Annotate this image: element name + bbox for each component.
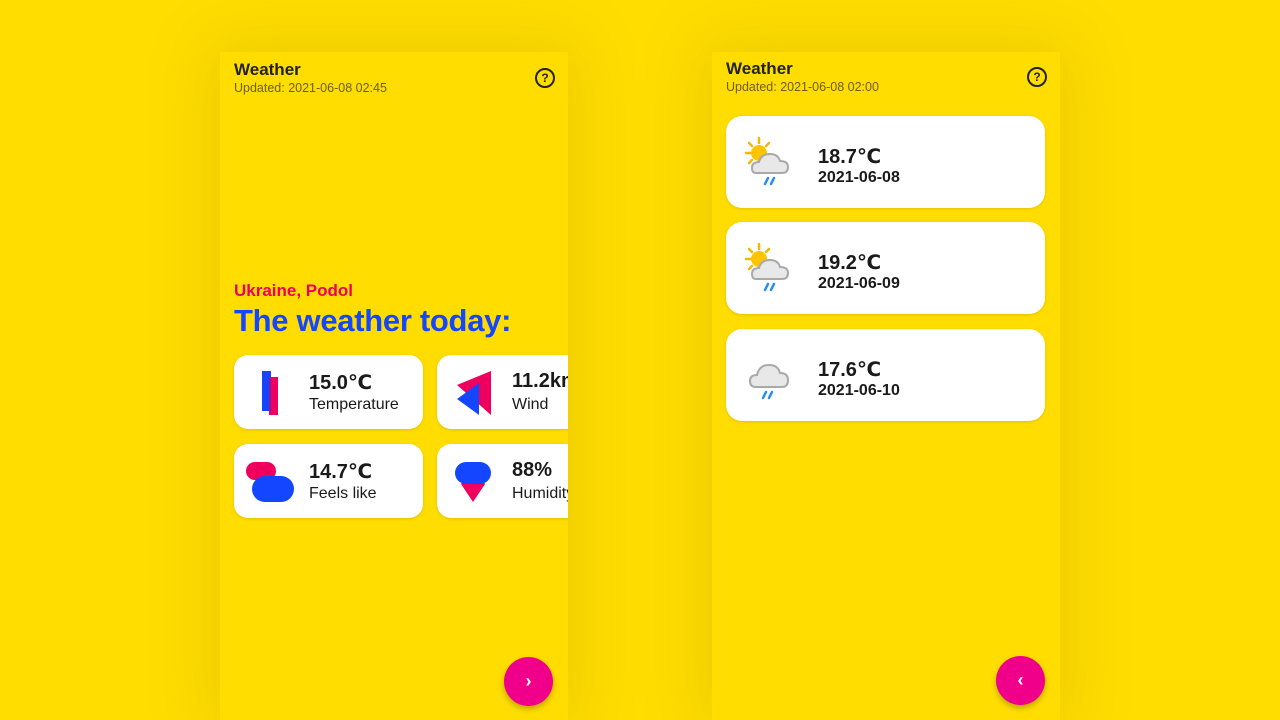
- humidity-card[interactable]: 88% Humidity: [437, 444, 568, 518]
- help-icon: ?: [541, 71, 549, 85]
- wind-card[interactable]: 11.2km/h Wind: [437, 355, 568, 429]
- feels-like-icon: [246, 462, 294, 502]
- metric-value: 88%: [512, 459, 553, 481]
- metric-label: Feels like: [309, 485, 377, 502]
- forecast-date: 2021-06-10: [818, 382, 900, 399]
- chevron-right-icon: ›: [525, 671, 532, 691]
- wind-icon: [457, 371, 491, 415]
- metric-label: Temperature: [309, 396, 399, 413]
- next-button[interactable]: ›: [504, 657, 553, 706]
- metric-value: 15.0℃: [309, 372, 373, 394]
- app-header: Weather Updated: 2021-06-08 02:00: [726, 59, 879, 94]
- weather-heading: The weather today:: [234, 303, 512, 338]
- app-title: Weather: [726, 59, 793, 78]
- help-button[interactable]: ?: [535, 68, 555, 88]
- help-button[interactable]: ?: [1027, 67, 1047, 87]
- metric-value: 11.2km/h: [512, 370, 568, 392]
- feels-like-card[interactable]: 14.7℃ Feels like: [234, 444, 423, 518]
- humidity-icon: [455, 462, 491, 502]
- forecast-temp: 17.6℃: [818, 359, 882, 381]
- chevron-left-icon: ‹: [1017, 670, 1024, 690]
- updated-timestamp: Updated: 2021-06-08 02:45: [234, 81, 387, 95]
- temperature-card[interactable]: 15.0℃ Temperature: [234, 355, 423, 429]
- metric-label: Wind: [512, 396, 549, 413]
- forecast-card[interactable]: 18.7℃ 2021-06-08: [726, 116, 1045, 208]
- cloud-rain-icon: [748, 363, 790, 400]
- help-icon: ?: [1033, 70, 1041, 84]
- today-screen: Weather Updated: 2021-06-08 02:45 ? Ukra…: [220, 52, 568, 720]
- forecast-temp: 19.2℃: [818, 252, 882, 274]
- sun-cloud-rain-icon: [744, 242, 790, 292]
- updated-timestamp: Updated: 2021-06-08 02:00: [726, 80, 879, 94]
- forecast-temp: 18.7℃: [818, 146, 882, 168]
- app-title: Weather: [234, 60, 301, 79]
- back-button[interactable]: ‹: [996, 656, 1045, 705]
- forecast-screen: Weather Updated: 2021-06-08 02:00 ? 18.7…: [712, 52, 1060, 720]
- metric-label: Humidity: [512, 485, 568, 502]
- temperature-icon: [262, 371, 278, 415]
- metric-value: 14.7℃: [309, 461, 373, 483]
- forecast-card[interactable]: 19.2℃ 2021-06-09: [726, 222, 1045, 314]
- sun-cloud-rain-icon: [744, 136, 790, 186]
- forecast-date: 2021-06-08: [818, 169, 900, 186]
- forecast-date: 2021-06-09: [818, 275, 900, 292]
- location-label: Ukraine, Podol: [234, 281, 354, 300]
- app-header: Weather Updated: 2021-06-08 02:45: [234, 60, 387, 95]
- forecast-card[interactable]: 17.6℃ 2021-06-10: [726, 329, 1045, 421]
